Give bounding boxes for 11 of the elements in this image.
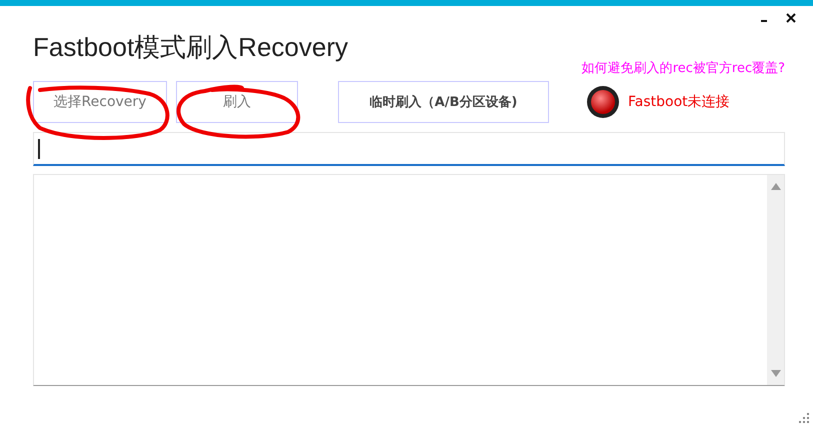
window-title: Fastboot模式刷入Recovery	[33, 31, 348, 64]
scrollbar[interactable]	[767, 175, 784, 385]
resize-grip-icon[interactable]	[799, 413, 809, 423]
scroll-up-icon[interactable]	[770, 183, 780, 190]
path-field[interactable]	[33, 132, 785, 166]
help-link[interactable]: 如何避免刷入的rec被官方rec覆盖?	[582, 59, 785, 77]
action-button[interactable]: 临时刷入（A/B分区设备)	[338, 81, 549, 123]
status-text: Fastboot未连接	[628, 93, 730, 111]
scroll-down-icon[interactable]	[770, 370, 780, 377]
action-button[interactable]: 选择Recovery	[33, 81, 167, 123]
close-icon[interactable]	[785, 12, 797, 24]
